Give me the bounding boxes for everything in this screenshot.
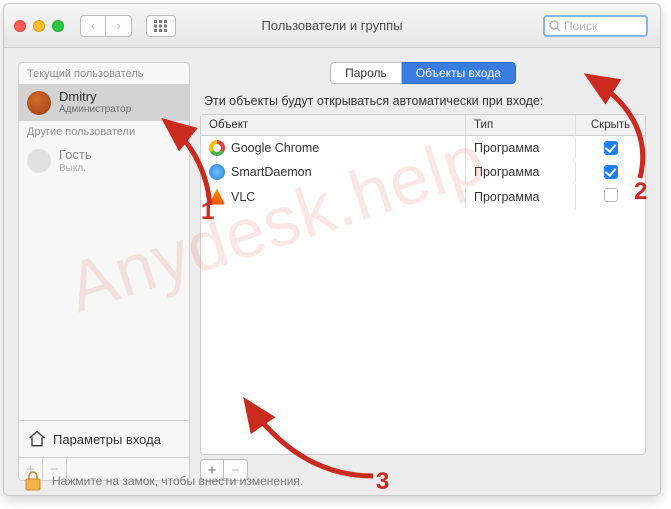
minimize-window-button[interactable] bbox=[33, 20, 45, 32]
user-name: Гость bbox=[59, 148, 92, 162]
item-name: SmartDaemon bbox=[231, 165, 312, 179]
lock-text: Нажмите на замок, чтобы внести изменения… bbox=[52, 474, 303, 488]
hide-checkbox[interactable] bbox=[604, 141, 618, 155]
show-all-button[interactable] bbox=[146, 15, 176, 37]
login-items-table: Объект Тип Скрыть Google Chrome Программа… bbox=[200, 114, 646, 455]
login-items-description: Эти объекты будут открываться автоматиче… bbox=[200, 94, 646, 108]
user-role: Выкл. bbox=[59, 163, 92, 174]
search-icon bbox=[549, 20, 561, 32]
tab-login-items[interactable]: Объекты входа bbox=[402, 62, 516, 84]
table-row[interactable]: VLC Программа bbox=[201, 184, 645, 209]
search-field[interactable]: Поиск bbox=[543, 15, 648, 37]
house-icon bbox=[27, 429, 47, 449]
hide-checkbox[interactable] bbox=[604, 188, 618, 202]
search-placeholder: Поиск bbox=[564, 19, 597, 33]
login-options-button[interactable]: Параметры входа bbox=[19, 420, 189, 457]
sidebar-user-guest[interactable]: Гость Выкл. bbox=[19, 142, 189, 179]
item-type: Программа bbox=[465, 137, 575, 159]
close-window-button[interactable] bbox=[14, 20, 26, 32]
main-panel: Пароль Объекты входа Эти объекты будут о… bbox=[200, 62, 646, 481]
sidebar-header-current: Текущий пользователь bbox=[19, 63, 189, 84]
item-name: Google Chrome bbox=[231, 141, 319, 155]
lock-bar: Нажмите на замок, чтобы внести изменения… bbox=[24, 471, 303, 491]
item-name: VLC bbox=[231, 190, 255, 204]
zoom-window-button[interactable] bbox=[52, 20, 64, 32]
col-hide: Скрыть bbox=[575, 115, 645, 135]
hide-checkbox[interactable] bbox=[604, 165, 618, 179]
forward-button[interactable]: › bbox=[106, 15, 132, 37]
table-row[interactable]: Google Chrome Программа bbox=[201, 136, 645, 160]
window-title: Пользователи и группы bbox=[261, 18, 402, 33]
titlebar: ‹ › Пользователи и группы Поиск bbox=[4, 4, 660, 48]
app-icon bbox=[209, 140, 225, 156]
avatar bbox=[27, 149, 51, 173]
avatar bbox=[27, 91, 51, 115]
sidebar-user-current[interactable]: Dmitry Администратор bbox=[19, 84, 189, 121]
nav-buttons: ‹ › bbox=[80, 15, 132, 37]
window-body: Текущий пользователь Dmitry Администрато… bbox=[4, 48, 660, 495]
user-name: Dmitry bbox=[59, 90, 131, 104]
user-role: Администратор bbox=[59, 104, 131, 115]
item-type: Программа bbox=[465, 161, 575, 183]
item-type: Программа bbox=[465, 186, 575, 208]
lock-icon[interactable] bbox=[24, 471, 42, 491]
col-object: Объект bbox=[201, 115, 465, 135]
tab-bar: Пароль Объекты входа bbox=[200, 62, 646, 84]
col-type: Тип bbox=[465, 115, 575, 135]
window-controls bbox=[14, 20, 64, 32]
preferences-window: ‹ › Пользователи и группы Поиск Текущий … bbox=[3, 3, 661, 496]
tab-password[interactable]: Пароль bbox=[330, 62, 402, 84]
sidebar-header-other: Другие пользователи bbox=[19, 121, 189, 142]
app-icon bbox=[209, 164, 225, 180]
table-row[interactable]: SmartDaemon Программа bbox=[201, 160, 645, 184]
table-header: Объект Тип Скрыть bbox=[201, 115, 645, 136]
users-sidebar: Текущий пользователь Dmitry Администрато… bbox=[18, 62, 190, 481]
app-icon bbox=[209, 189, 225, 205]
back-button[interactable]: ‹ bbox=[80, 15, 106, 37]
